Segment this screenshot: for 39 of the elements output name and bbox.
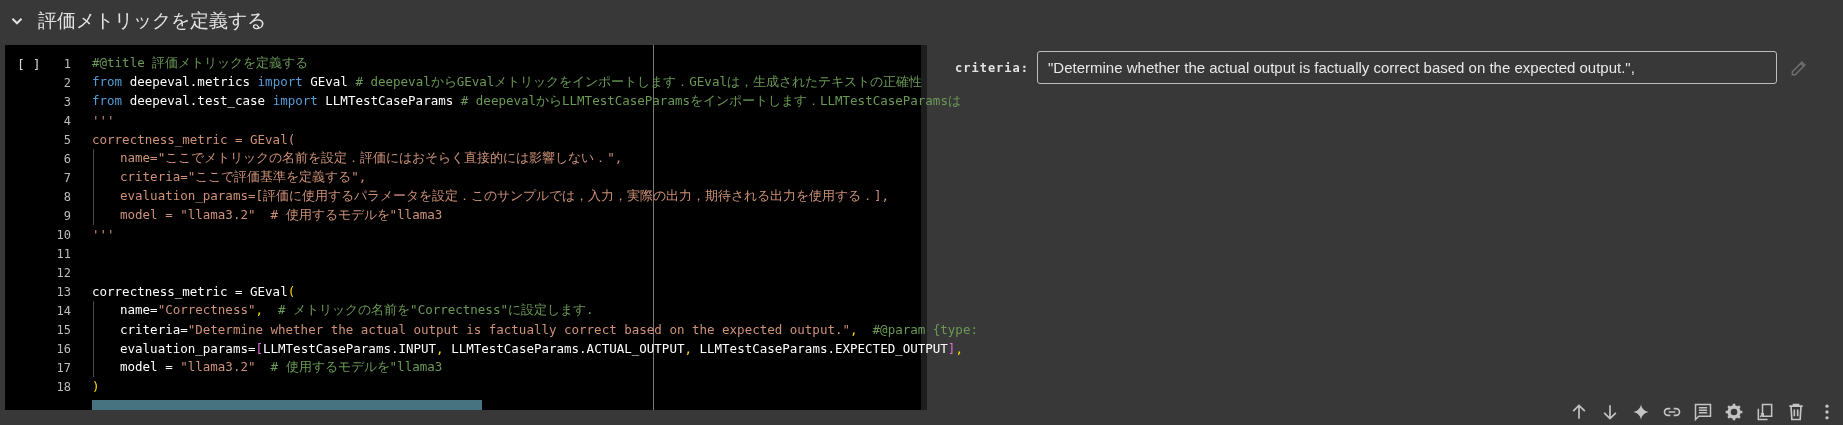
code-line: name="ここでメトリックの名前を設定．評価にはおそらく直接的には影響しない．", xyxy=(120,150,623,167)
line-number: 2 xyxy=(62,75,71,90)
line-number: 9 xyxy=(62,208,71,223)
line-number: 4 xyxy=(62,113,71,128)
line-number: 18 xyxy=(55,379,71,394)
line-number: 6 xyxy=(62,151,71,166)
line-number: 11 xyxy=(55,246,71,261)
field-label: criteria: xyxy=(955,60,1030,75)
code-line: correctness_metric = GEval( xyxy=(92,132,296,147)
line-number: 17 xyxy=(55,360,71,375)
code-line: ) xyxy=(92,379,100,394)
line-number: 7 xyxy=(62,170,71,185)
delete-icon[interactable] xyxy=(1786,402,1806,422)
code-line: criteria="ここで評価基準を定義する", xyxy=(120,169,367,186)
line-number: 1 xyxy=(62,56,71,71)
code-line: evaluation_params=[LLMTestCaseParams.INPUT, LLMTestCaseParams.ACTUAL_OUTPUT, LLMTestCaseParams.EXPECTED_OUTPUT], xyxy=(120,341,963,356)
line-number: 3 xyxy=(62,94,71,109)
line-number: 12 xyxy=(55,265,71,280)
line-number: 5 xyxy=(62,132,71,147)
scrollbar-thumb[interactable] xyxy=(92,400,482,410)
copy-icon[interactable] xyxy=(1755,402,1775,422)
code-line: #@title 評価メトリックを定義する xyxy=(92,55,309,72)
line-number: 8 xyxy=(62,189,71,204)
code-line: name="Correctness", # メトリックの名前を"Correctness"に設定します. xyxy=(120,302,594,319)
comment-icon[interactable] xyxy=(1693,402,1713,422)
criteria-field[interactable]: "Determine whether the actual output is factually correct based on the expected output.", xyxy=(1037,51,1778,84)
code-line: ''' xyxy=(92,113,115,128)
settings-icon[interactable] xyxy=(1724,402,1744,422)
code-line: model = "llama3.2" # 使用するモデルを"llama3 xyxy=(120,359,443,376)
run-button[interactable]: [ ] xyxy=(5,57,41,72)
line-number: 15 xyxy=(55,322,71,337)
section-title: 評価メトリックを定義する xyxy=(38,8,266,33)
code-line: correctness_metric = GEval( xyxy=(92,284,296,299)
line-number: 14 xyxy=(55,303,71,318)
line-number: 10 xyxy=(55,227,71,242)
code-line: model = "llama3.2" # 使用するモデルを"llama3 xyxy=(120,207,443,224)
line-number: 16 xyxy=(55,341,71,356)
line-number: 13 xyxy=(55,284,71,299)
code-line: ''' xyxy=(92,227,115,242)
